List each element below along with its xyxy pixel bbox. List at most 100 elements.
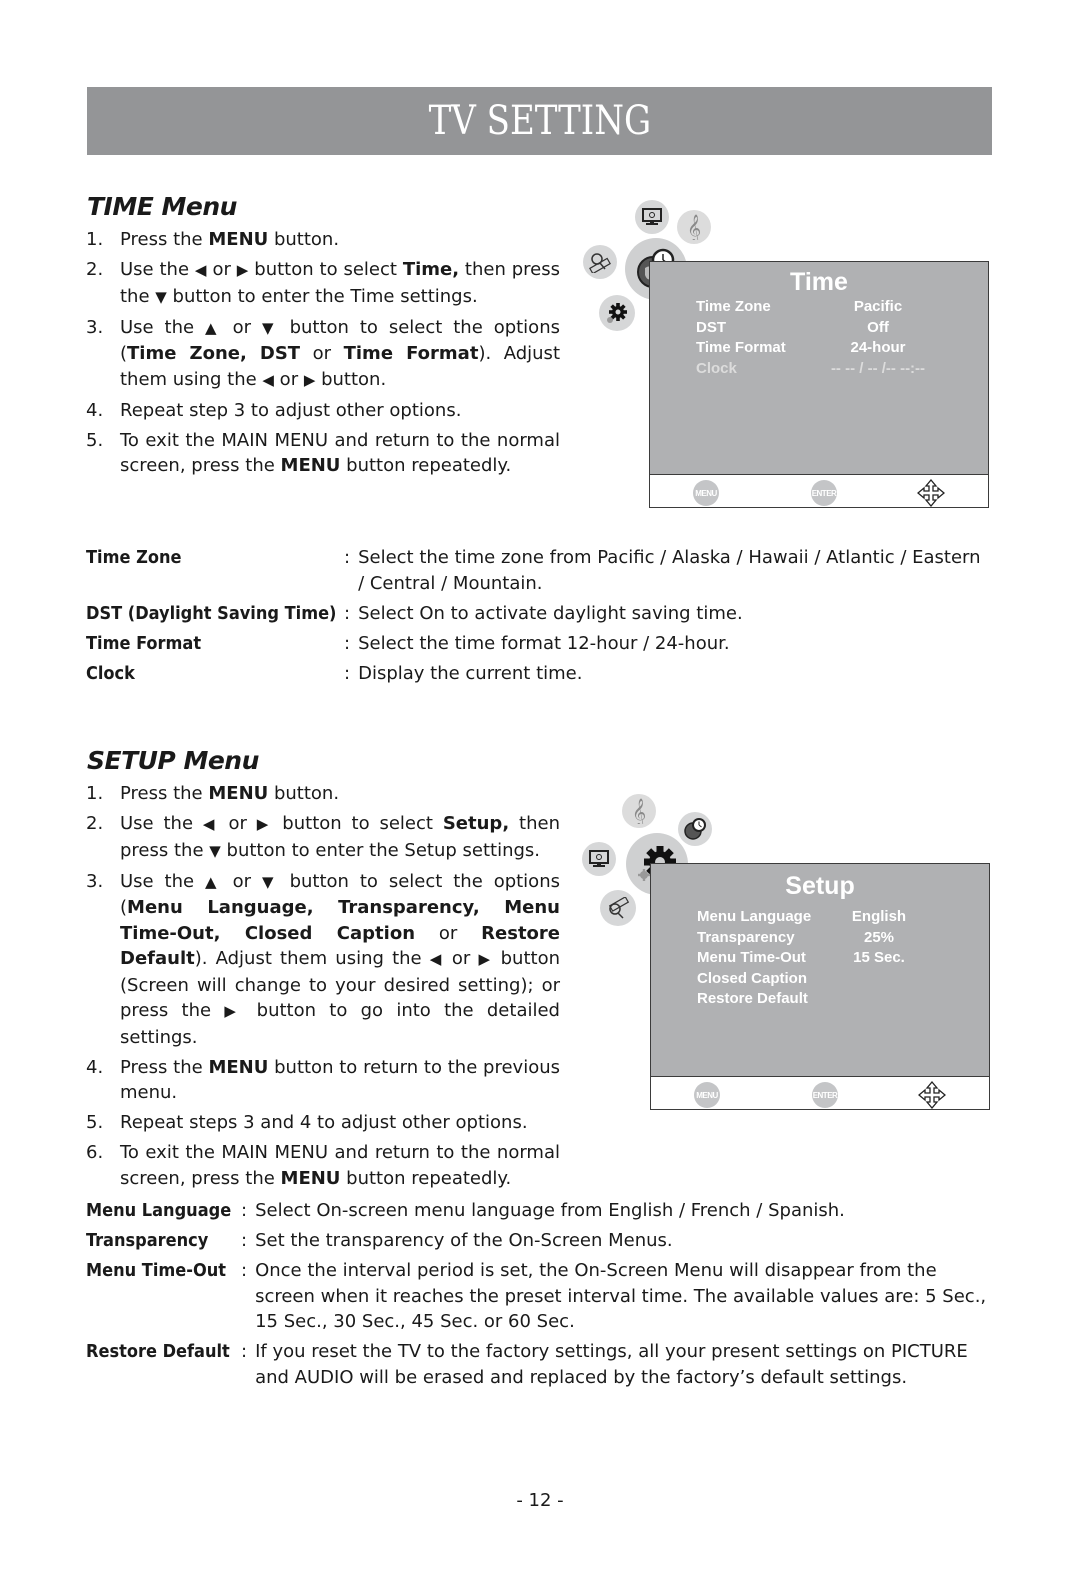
step-number: 2. (86, 813, 104, 834)
setup-menu-steps: 1. Press the MENU button. 2. Use the ◀ or ▶… (86, 781, 560, 1196)
time-osd: 𝄞 Time Time Zone Pacific DST Off Time Format… (583, 200, 993, 510)
arrow-glyph-icon: ▼ (209, 841, 221, 860)
osd-item-value: Pacific (853, 298, 903, 315)
time-menu-heading: TIME Menu (87, 192, 237, 221)
step-text: button to enter the Time settings. (166, 285, 478, 307)
setup-osd-panel: Setup Menu Language English Transparency 25… (650, 863, 990, 1110)
channel-icon (583, 245, 617, 279)
step-text-bold: MENU (208, 1056, 269, 1078)
page-banner: TV SETTING (87, 87, 992, 155)
osd-item-label: Menu Time-Out (697, 949, 806, 966)
osd-menu-item: Time Format 24-hour (696, 339, 948, 359)
definition-term: DST (Daylight Saving Time) (86, 602, 337, 624)
definition-colon: : (241, 1200, 248, 1221)
audio-icon: 𝄞 (622, 794, 656, 828)
arrow-glyph-icon: ▲ (204, 318, 222, 337)
definition-colon: : (344, 662, 351, 684)
definition-row: Transparency: Set the transparency of the… (86, 1228, 992, 1254)
enter-button-icon: ENTER (811, 480, 837, 506)
arrow-glyph-icon: ▶ (303, 370, 316, 389)
definition-term: Menu Language (86, 1200, 232, 1221)
arrow-glyph-icon: ▼ (261, 872, 279, 891)
step-text-bold: Time Format (343, 343, 479, 364)
osd-menu-item: Restore Default (697, 990, 949, 1010)
step-text: or (415, 922, 482, 944)
osd-item-label: Transparency (697, 928, 795, 946)
definition-row: Menu Time-Out: Once the interval period i… (86, 1258, 992, 1335)
osd-item-label: Clock (696, 359, 737, 377)
osd-menu-item: Menu Language English (697, 908, 949, 928)
step-text-bold: Time, (402, 259, 460, 280)
step-text: or (273, 368, 304, 390)
arrow-glyph-icon: ▶ (256, 815, 273, 833)
menu-button-icon: MENU (693, 480, 719, 506)
osd-title: Time (790, 268, 848, 296)
time-osd-panel: Time Time Zone Pacific DST Off Time Format 24… (649, 261, 989, 508)
step-item: 5. To exit the MAIN MENU and return to th… (86, 428, 560, 479)
definition-row: Time Format: Select the time format 12-ho… (86, 631, 992, 657)
step-text: Repeat step 3 to adjust other options. (120, 399, 462, 421)
step-text: Press the (120, 229, 209, 250)
step-text: or (443, 948, 479, 969)
osd-menu-item: Menu Time-Out 15 Sec. (697, 949, 949, 969)
step-item: 1. Press the MENU button. (86, 227, 560, 253)
step-text: button to enter the Setup settings. (220, 839, 541, 861)
setup-osd-screen: Setup Menu Language English Transparency 25… (651, 864, 989, 1077)
step-text: button. (268, 229, 340, 250)
definition-colon: : (344, 547, 351, 568)
definition-row: Menu Language: Select On-screen menu lang… (86, 1198, 992, 1224)
step-item: 2. Use the ◀ or ▶ button to select Time, … (86, 257, 560, 310)
page-title: TV SETTING (428, 98, 651, 144)
step-item: 3. Use the ▲ or ▼ button to select the op… (86, 315, 560, 394)
step-text: button repeatedly. (340, 1167, 512, 1189)
step-text: button. (315, 368, 387, 390)
step-text-bold: MENU (208, 783, 269, 804)
osd-item-label: Menu Language (697, 908, 812, 925)
step-text-bold: MENU (280, 455, 341, 476)
arrow-glyph-icon: ▶ (478, 950, 493, 968)
step-text-bold: MENU (208, 229, 269, 250)
arrow-glyph-icon: ◀ (262, 370, 274, 389)
audio-icon: 𝄞 (677, 210, 711, 244)
step-item: 1. Press the MENU button. (86, 781, 560, 807)
osd-item-label: Time Zone (696, 298, 771, 315)
step-text-bold: MENU (280, 1167, 341, 1189)
step-text: button to select (272, 813, 443, 834)
definition-row: Clock: Display the current time. (86, 661, 992, 687)
arrow-glyph-icon: ◀ (202, 815, 219, 833)
definition-colon: : (241, 1230, 248, 1251)
step-number: 1. (86, 783, 104, 804)
step-text: Use the (120, 870, 205, 892)
osd-menu-item: Clock -- -- / -- /-- --:-- (696, 360, 948, 380)
step-text: Use the (120, 813, 203, 834)
definition-description: Once the interval period is set, the On-… (255, 1260, 987, 1332)
svg-text:𝄞: 𝄞 (632, 798, 646, 824)
definition-colon: : (241, 1260, 248, 1281)
step-text: Press the (120, 1056, 209, 1078)
step-item: 4. Press the MENU button to return to the… (86, 1055, 560, 1106)
step-text: Press the (120, 783, 209, 804)
osd-item-label: Time Format (696, 339, 786, 356)
arrow-glyph-icon: ▼ (155, 287, 167, 306)
step-number: 3. (86, 870, 104, 892)
definition-description: Select the time zone from Pacific / Alas… (358, 547, 981, 594)
step-item: 3. Use the ▲ or ▼ button to select the op… (86, 869, 560, 1051)
osd-menu-item: DST Off (696, 319, 948, 339)
step-number: 5. (86, 1112, 104, 1133)
osd-item-label: Closed Caption (697, 969, 808, 987)
osd-item-value: Off (867, 318, 889, 336)
arrow-glyph-icon: ▲ (204, 872, 222, 891)
definition-description: Set the transparency of the On-Screen Me… (255, 1230, 673, 1251)
step-text: or (218, 813, 257, 834)
step-number: 2. (86, 259, 104, 280)
definition-row: Time Zone: Select the time zone from Paci… (86, 545, 992, 596)
step-number: 3. (86, 316, 104, 338)
step-text-bold: Setup, (442, 813, 510, 834)
osd-menu-item: Closed Caption (697, 970, 949, 990)
osd-footer: MENU ENTER (650, 477, 988, 507)
step-text: or (221, 870, 262, 892)
definition-term: Menu Time-Out (86, 1260, 227, 1281)
osd-item-value: 25% (863, 928, 895, 946)
definition-description: Select the time format 12-hour / 24-hour… (358, 632, 730, 654)
definition-description: Select On to activate daylight saving ti… (358, 602, 743, 624)
